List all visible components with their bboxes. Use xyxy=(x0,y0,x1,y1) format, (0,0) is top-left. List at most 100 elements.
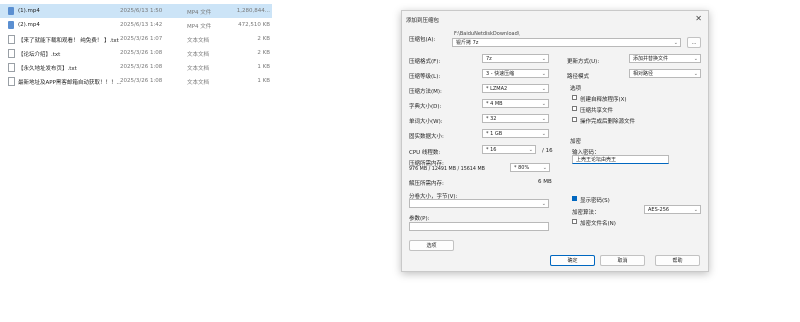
file-date: 2025/3/26 1:08 xyxy=(120,64,163,70)
method-select[interactable]: * LZMA2 ⌄ xyxy=(482,84,549,93)
file-date: 2025/3/26 1:07 xyxy=(120,36,163,42)
text-file-icon xyxy=(8,49,15,58)
solid-select[interactable]: * 1 GB ⌄ xyxy=(482,129,549,138)
level-value: 3 - 快速压缩 xyxy=(486,71,515,77)
chevron-down-icon: ⌄ xyxy=(541,116,546,122)
file-size: 1 KB xyxy=(257,78,270,84)
encrypt-names-label: 加密文件名(N) xyxy=(580,221,616,227)
video-file-icon xyxy=(8,21,14,29)
chevron-down-icon: ⌄ xyxy=(541,56,546,62)
dict-value: * 4 MB xyxy=(486,101,503,107)
solid-value: * 1 GB xyxy=(486,131,503,137)
file-size: 472,510 KB xyxy=(238,22,270,28)
password-value: 上壳王论坛由壳王 xyxy=(576,157,617,163)
method-value: * LZMA2 xyxy=(486,86,508,92)
params-label: 参数(P): xyxy=(409,216,430,222)
chevron-down-icon: ⌄ xyxy=(541,201,546,207)
mem-detail: 976 MB / 12491 MB / 15614 MB xyxy=(409,167,485,172)
delete-checkbox[interactable] xyxy=(572,117,577,122)
chevron-down-icon: ⌄ xyxy=(542,165,547,171)
file-name: (2).mp4 xyxy=(18,22,40,28)
archive-name-value: 锟斤拷 7z xyxy=(456,40,479,46)
file-row[interactable]: (2).mp4 2025/6/13 1:42 MP4 文件 472,510 KB xyxy=(0,18,272,32)
file-type: 文本文档 xyxy=(187,52,210,58)
file-date: 2025/6/13 1:50 xyxy=(120,8,163,14)
cpu-label: CPU 线程数: xyxy=(409,150,441,156)
file-type: 文本文档 xyxy=(187,38,210,44)
video-file-icon xyxy=(8,7,14,15)
sfx-checkbox[interactable] xyxy=(572,95,577,100)
file-row[interactable]: 最新地址及APP黑客邮箱自动获取！！！... 2025/3/26 1:08 文本… xyxy=(0,74,272,88)
archive-path: F:\BaiduNetdiskDownload\ xyxy=(454,31,520,37)
file-date: 2025/6/13 1:42 xyxy=(120,22,163,28)
file-type: 文本文档 xyxy=(187,80,210,86)
cancel-button[interactable]: 取消 xyxy=(600,255,645,266)
enc-method-select[interactable]: AES-256 ⌄ xyxy=(644,205,701,214)
chevron-down-icon: ⌄ xyxy=(693,56,698,62)
mem-percent-select[interactable]: * 80% ⌄ xyxy=(510,163,550,172)
update-value: 添加并替换文件 xyxy=(633,56,669,62)
dialog-titlebar[interactable]: 添加到压缩包 ✕ xyxy=(402,11,708,27)
file-row[interactable]: 【来了就能下载和观看！ 纯免费！ 】.txt 2025/3/26 1:07 文本… xyxy=(0,32,272,46)
update-select[interactable]: 添加并替换文件 ⌄ xyxy=(629,54,701,63)
pathmode-select[interactable]: 相对路径 ⌄ xyxy=(629,69,701,78)
word-select[interactable]: * 32 ⌄ xyxy=(482,114,549,123)
dialog-title: 添加到压缩包 xyxy=(406,18,440,24)
archive-label: 压缩包(A): xyxy=(409,37,436,43)
level-label: 压缩等级(L): xyxy=(409,74,441,80)
chevron-down-icon: ⌄ xyxy=(528,147,533,153)
split-select[interactable]: ⌄ xyxy=(409,199,549,208)
file-name: 最新地址及APP黑客邮箱自动获取！！！... xyxy=(18,80,122,86)
level-select[interactable]: 3 - 快速压缩 ⌄ xyxy=(482,69,549,78)
update-label: 更新方式(U): xyxy=(567,59,600,65)
file-name: 【永久地址发布页】.txt xyxy=(18,66,77,72)
file-row[interactable]: 【永久地址发布页】.txt 2025/3/26 1:08 文本文档 1 KB xyxy=(0,60,272,74)
enc-method-value: AES-256 xyxy=(648,207,670,213)
add-to-archive-dialog: 添加到压缩包 ✕ 压缩包(A): F:\BaiduNetdiskDownload… xyxy=(401,10,709,272)
file-size: 2 KB xyxy=(257,36,270,42)
options-group-title: 选项 xyxy=(570,86,582,92)
shared-checkbox[interactable] xyxy=(572,106,577,111)
delete-label: 操作完成后删除源文件 xyxy=(580,119,636,125)
file-size: 2 KB xyxy=(257,50,270,56)
encrypt-names-checkbox[interactable] xyxy=(572,219,577,224)
chevron-down-icon: ⌄ xyxy=(541,101,546,107)
solid-label: 固实数据大小: xyxy=(409,134,444,140)
chevron-down-icon: ⌄ xyxy=(693,71,698,77)
archive-name-field[interactable]: 锟斤拷 7z ⌄ xyxy=(452,38,681,47)
help-button[interactable]: 帮助 xyxy=(655,255,700,266)
file-date: 2025/3/26 1:08 xyxy=(120,78,163,84)
params-input[interactable] xyxy=(409,222,549,231)
file-type: 文本文档 xyxy=(187,66,210,72)
file-date: 2025/3/26 1:08 xyxy=(120,50,163,56)
file-row[interactable]: 【论坛介绍】.txt 2025/3/26 1:08 文本文档 2 KB xyxy=(0,46,272,60)
file-type: MP4 文件 xyxy=(187,10,212,16)
word-value: * 32 xyxy=(486,116,497,122)
format-select[interactable]: 7z ⌄ xyxy=(482,54,549,63)
decomp-value: 6 MB xyxy=(538,179,552,185)
show-password-label: 显示密码(S) xyxy=(580,198,610,204)
format-value: 7z xyxy=(486,56,492,62)
show-password-checkbox[interactable] xyxy=(572,196,577,201)
text-file-icon xyxy=(8,77,15,86)
chevron-down-icon: ⌄ xyxy=(673,40,678,46)
file-row[interactable]: (1).mp4 2025/6/13 1:50 MP4 文件 1,280,844.… xyxy=(0,4,272,18)
file-name: (1).mp4 xyxy=(18,8,40,14)
file-type: MP4 文件 xyxy=(187,24,212,30)
pathmode-label: 路径模式 xyxy=(567,74,590,80)
options-button[interactable]: 选项 xyxy=(409,240,454,251)
format-label: 压缩格式(F): xyxy=(409,59,441,65)
password-input[interactable]: 上壳王论坛由壳王 xyxy=(572,155,669,164)
file-name: 【论坛介绍】.txt xyxy=(18,52,61,58)
close-icon[interactable]: ✕ xyxy=(695,14,702,23)
cpu-max: / 16 xyxy=(542,148,553,154)
ok-button[interactable]: 确定 xyxy=(550,255,595,266)
browse-button[interactable]: ... xyxy=(687,37,701,48)
chevron-down-icon: ⌄ xyxy=(541,131,546,137)
method-label: 压缩方法(M): xyxy=(409,89,442,95)
mem-percent-value: * 80% xyxy=(514,165,530,171)
dict-select[interactable]: * 4 MB ⌄ xyxy=(482,99,549,108)
cpu-select[interactable]: * 16 ⌄ xyxy=(482,145,536,154)
chevron-down-icon: ⌄ xyxy=(541,86,546,92)
mem-label: 压缩所需内存: xyxy=(409,161,444,167)
